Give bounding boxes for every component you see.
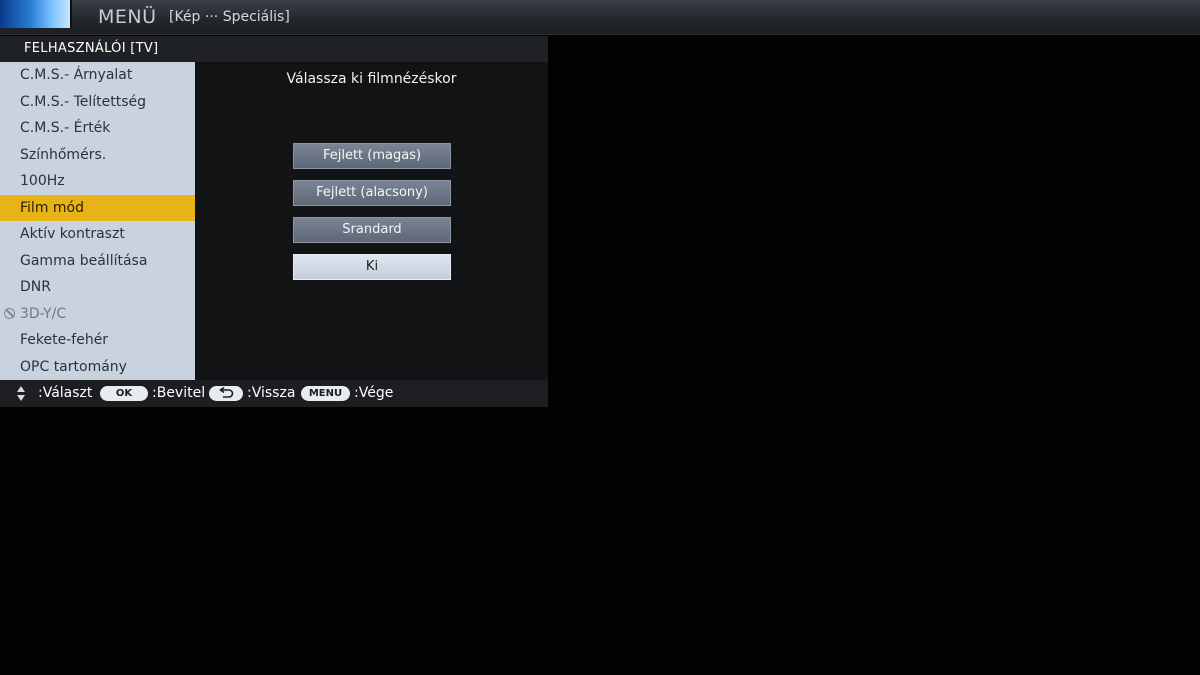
footer-help-bar: :Választ OK :Bevitel :Vissza MENU :Vége: [0, 380, 548, 407]
menu-item-fekete-feher[interactable]: Fekete-fehér: [0, 327, 195, 354]
menu-key-icon: MENU: [301, 386, 350, 401]
settings-panel: FELHASZNÁLÓI [TV] C.M.S.- Árnyalat C.M.S…: [0, 36, 548, 407]
footer-select-label: :Választ: [38, 385, 93, 401]
menu-item-cms-telitettseg[interactable]: C.M.S.- Telítettség: [0, 89, 195, 116]
ok-key-icon: OK: [100, 386, 148, 401]
menu-item-dnr[interactable]: DNR: [0, 274, 195, 301]
menu-item-label: 100Hz: [20, 173, 65, 189]
menu-item-szinhomers[interactable]: Színhőmérs.: [0, 142, 195, 169]
menu-item-cms-ertek[interactable]: C.M.S.- Érték: [0, 115, 195, 142]
menu-item-aktiv-kontraszt[interactable]: Aktív kontraszt: [0, 221, 195, 248]
menu-item-label: DNR: [20, 279, 51, 295]
menu-item-label: Színhőmérs.: [20, 146, 107, 163]
option-fejlett-alacsony-button[interactable]: Fejlett (alacsony): [293, 180, 451, 206]
options-area: Válassza ki filmnézéskor Fejlett (magas)…: [195, 62, 548, 380]
menu-item-label: Aktív kontraszt: [20, 226, 125, 242]
menu-item-film-mod[interactable]: Film mód: [0, 194, 195, 221]
menu-item-label: OPC tartomány: [20, 358, 127, 375]
return-arrow-icon: [209, 386, 243, 401]
up-down-arrows-icon: [16, 386, 26, 402]
menu-item-cms-arnyalat[interactable]: C.M.S.- Árnyalat: [0, 62, 195, 89]
brand-logo-block: [0, 0, 72, 28]
menu-list: C.M.S.- Árnyalat C.M.S.- Telítettség C.M…: [0, 62, 195, 380]
top-menu-bar: MENÜ [Kép ··· Speciális]: [0, 0, 1200, 35]
breadcrumb: [Kép ··· Speciális]: [169, 9, 290, 25]
footer-exit-label: :Vége: [354, 385, 394, 401]
option-fejlett-magas-button[interactable]: Fejlett (magas): [293, 143, 451, 169]
menu-item-100hz[interactable]: 100Hz: [0, 168, 195, 195]
menu-item-label: 3D-Y/C: [20, 305, 67, 322]
option-ki-button[interactable]: Ki: [293, 254, 451, 280]
option-standard-button[interactable]: Srandard: [293, 217, 451, 243]
menu-item-label: C.M.S.- Érték: [20, 120, 111, 136]
menu-item-opc-tartomany[interactable]: OPC tartomány: [0, 354, 195, 381]
menu-item-gamma[interactable]: Gamma beállítása: [0, 248, 195, 275]
menu-item-label: Film mód: [20, 199, 84, 216]
panel-title: FELHASZNÁLÓI [TV]: [0, 36, 548, 62]
menu-item-label: C.M.S.- Telítettség: [20, 93, 147, 110]
menu-item-3d-yc: 3D-Y/C: [0, 301, 195, 328]
footer-back-label: :Vissza: [247, 385, 296, 401]
menu-item-label: Fekete-fehér: [20, 332, 109, 348]
menu-item-label: C.M.S.- Árnyalat: [20, 67, 133, 83]
footer-enter-label: :Bevitel: [152, 385, 206, 401]
menu-title: MENÜ: [98, 6, 157, 28]
tv-screen: MENÜ [Kép ··· Speciális] FELHASZNÁLÓI [T…: [0, 0, 1200, 675]
prohibited-icon: [4, 307, 15, 319]
menu-item-label: Gamma beállítása: [20, 252, 148, 269]
options-prompt: Válassza ki filmnézéskor: [286, 71, 457, 87]
